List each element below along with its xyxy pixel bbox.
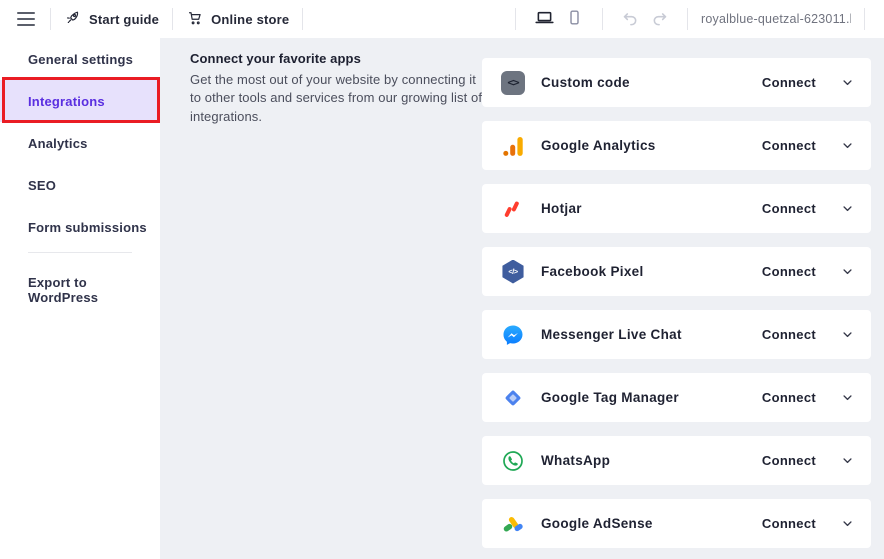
settings-sidebar: General settings Integrations Analytics … bbox=[0, 38, 160, 559]
integration-name: Hotjar bbox=[541, 201, 582, 216]
chevron-down-icon[interactable] bbox=[840, 201, 855, 216]
integration-row-google-adsense[interactable]: Google AdSense Connect bbox=[482, 499, 871, 548]
divider bbox=[687, 8, 688, 30]
custom-code-icon: <> bbox=[500, 70, 526, 96]
divider bbox=[302, 8, 304, 30]
sidebar-item-form-submissions[interactable]: Form submissions bbox=[0, 206, 160, 248]
pixel-glyph: </> bbox=[502, 259, 524, 284]
integration-name: Facebook Pixel bbox=[541, 264, 644, 279]
mobile-icon bbox=[565, 8, 584, 30]
page-title: Connect your favorite apps bbox=[190, 51, 361, 66]
integration-name: Messenger Live Chat bbox=[541, 327, 682, 342]
connect-button[interactable]: Connect bbox=[762, 327, 816, 342]
google-adsense-icon bbox=[500, 511, 526, 537]
sidebar-item-label: SEO bbox=[28, 177, 57, 193]
sidebar-item-analytics[interactable]: Analytics bbox=[0, 122, 160, 164]
hotjar-icon bbox=[500, 196, 526, 222]
integration-row-custom-code[interactable]: <> Custom code Connect bbox=[482, 58, 871, 107]
divider bbox=[864, 8, 865, 30]
facebook-pixel-icon: </> bbox=[500, 259, 526, 285]
integration-name: Custom code bbox=[541, 75, 630, 90]
connect-button[interactable]: Connect bbox=[762, 453, 816, 468]
sidebar-item-integrations[interactable]: Integrations bbox=[0, 80, 160, 122]
google-analytics-icon bbox=[500, 133, 526, 159]
chevron-down-icon[interactable] bbox=[840, 75, 855, 90]
divider bbox=[172, 8, 174, 30]
undo-button[interactable] bbox=[616, 6, 645, 32]
sidebar-item-label: Form submissions bbox=[28, 219, 147, 235]
page-description: Get the most out of your website by conn… bbox=[190, 72, 483, 124]
integration-row-hotjar[interactable]: Hotjar Connect bbox=[482, 184, 871, 233]
topbar: Start guide Online store royalblue-quetz… bbox=[0, 0, 884, 38]
integrations-panel: Connect your favorite apps Get the most … bbox=[160, 38, 884, 559]
divider bbox=[50, 8, 51, 30]
chevron-down-icon[interactable] bbox=[840, 390, 855, 405]
sidebar-item-seo[interactable]: SEO bbox=[0, 164, 160, 206]
messenger-icon bbox=[500, 322, 526, 348]
online-store-button[interactable]: Online store bbox=[186, 9, 289, 29]
connect-button[interactable]: Connect bbox=[762, 75, 816, 90]
whatsapp-icon bbox=[500, 448, 526, 474]
divider bbox=[515, 8, 516, 30]
chevron-down-icon[interactable] bbox=[840, 453, 855, 468]
connect-button[interactable]: Connect bbox=[762, 264, 816, 279]
integration-name: Google Analytics bbox=[541, 138, 656, 153]
connect-button[interactable]: Connect bbox=[762, 138, 816, 153]
start-guide-label: Start guide bbox=[89, 11, 160, 27]
desktop-icon bbox=[534, 7, 555, 31]
chevron-down-icon[interactable] bbox=[840, 138, 855, 153]
online-store-label: Online store bbox=[211, 11, 290, 27]
integration-name: WhatsApp bbox=[541, 453, 611, 468]
sidebar-divider bbox=[28, 252, 132, 253]
integration-name: Google AdSense bbox=[541, 516, 653, 531]
integration-row-messenger-live-chat[interactable]: Messenger Live Chat Connect bbox=[482, 310, 871, 359]
integration-row-whatsapp[interactable]: WhatsApp Connect bbox=[482, 436, 871, 485]
integration-row-google-tag-manager[interactable]: Google Tag Manager Connect bbox=[482, 373, 871, 422]
connect-button[interactable]: Connect bbox=[762, 201, 816, 216]
redo-icon bbox=[650, 8, 669, 30]
sidebar-item-label: General settings bbox=[28, 51, 134, 67]
connect-button[interactable]: Connect bbox=[762, 390, 816, 405]
chevron-down-icon[interactable] bbox=[840, 516, 855, 531]
sidebar-item-label: Export to WordPress bbox=[28, 275, 99, 305]
sidebar-item-export-to-wordpress[interactable]: Export to WordPress bbox=[0, 269, 160, 311]
site-domain[interactable]: royalblue-quetzal-623011.buil... bbox=[701, 12, 851, 26]
menu-icon[interactable] bbox=[15, 8, 37, 31]
cart-icon bbox=[186, 9, 203, 29]
desktop-preview-button[interactable] bbox=[529, 5, 560, 33]
code-glyph: <> bbox=[501, 70, 525, 95]
integration-row-facebook-pixel[interactable]: </> Facebook Pixel Connect bbox=[482, 247, 871, 296]
rocket-icon bbox=[64, 9, 81, 29]
start-guide-button[interactable]: Start guide bbox=[64, 9, 159, 29]
topbar-right: royalblue-quetzal-623011.buil... bbox=[502, 0, 884, 38]
google-tag-manager-icon bbox=[500, 385, 526, 411]
divider bbox=[602, 8, 603, 30]
sidebar-item-label: Analytics bbox=[28, 135, 88, 151]
integration-row-google-analytics[interactable]: Google Analytics Connect bbox=[482, 121, 871, 170]
integrations-intro: Connect your favorite apps Get the most … bbox=[190, 51, 486, 126]
topbar-left: Start guide Online store bbox=[0, 0, 316, 38]
redo-button[interactable] bbox=[645, 6, 674, 32]
connect-button[interactable]: Connect bbox=[762, 516, 816, 531]
sidebar-item-label: Integrations bbox=[28, 93, 105, 109]
website-builder-settings-screen: Start guide Online store royalblue-quetz… bbox=[0, 0, 884, 559]
integrations-list: <> Custom code Connect Google Analytics … bbox=[482, 58, 871, 548]
undo-icon bbox=[621, 8, 640, 30]
mobile-preview-button[interactable] bbox=[560, 6, 589, 32]
sidebar-item-general-settings[interactable]: General settings bbox=[0, 38, 160, 80]
integration-name: Google Tag Manager bbox=[541, 390, 679, 405]
chevron-down-icon[interactable] bbox=[840, 264, 855, 279]
chevron-down-icon[interactable] bbox=[840, 327, 855, 342]
